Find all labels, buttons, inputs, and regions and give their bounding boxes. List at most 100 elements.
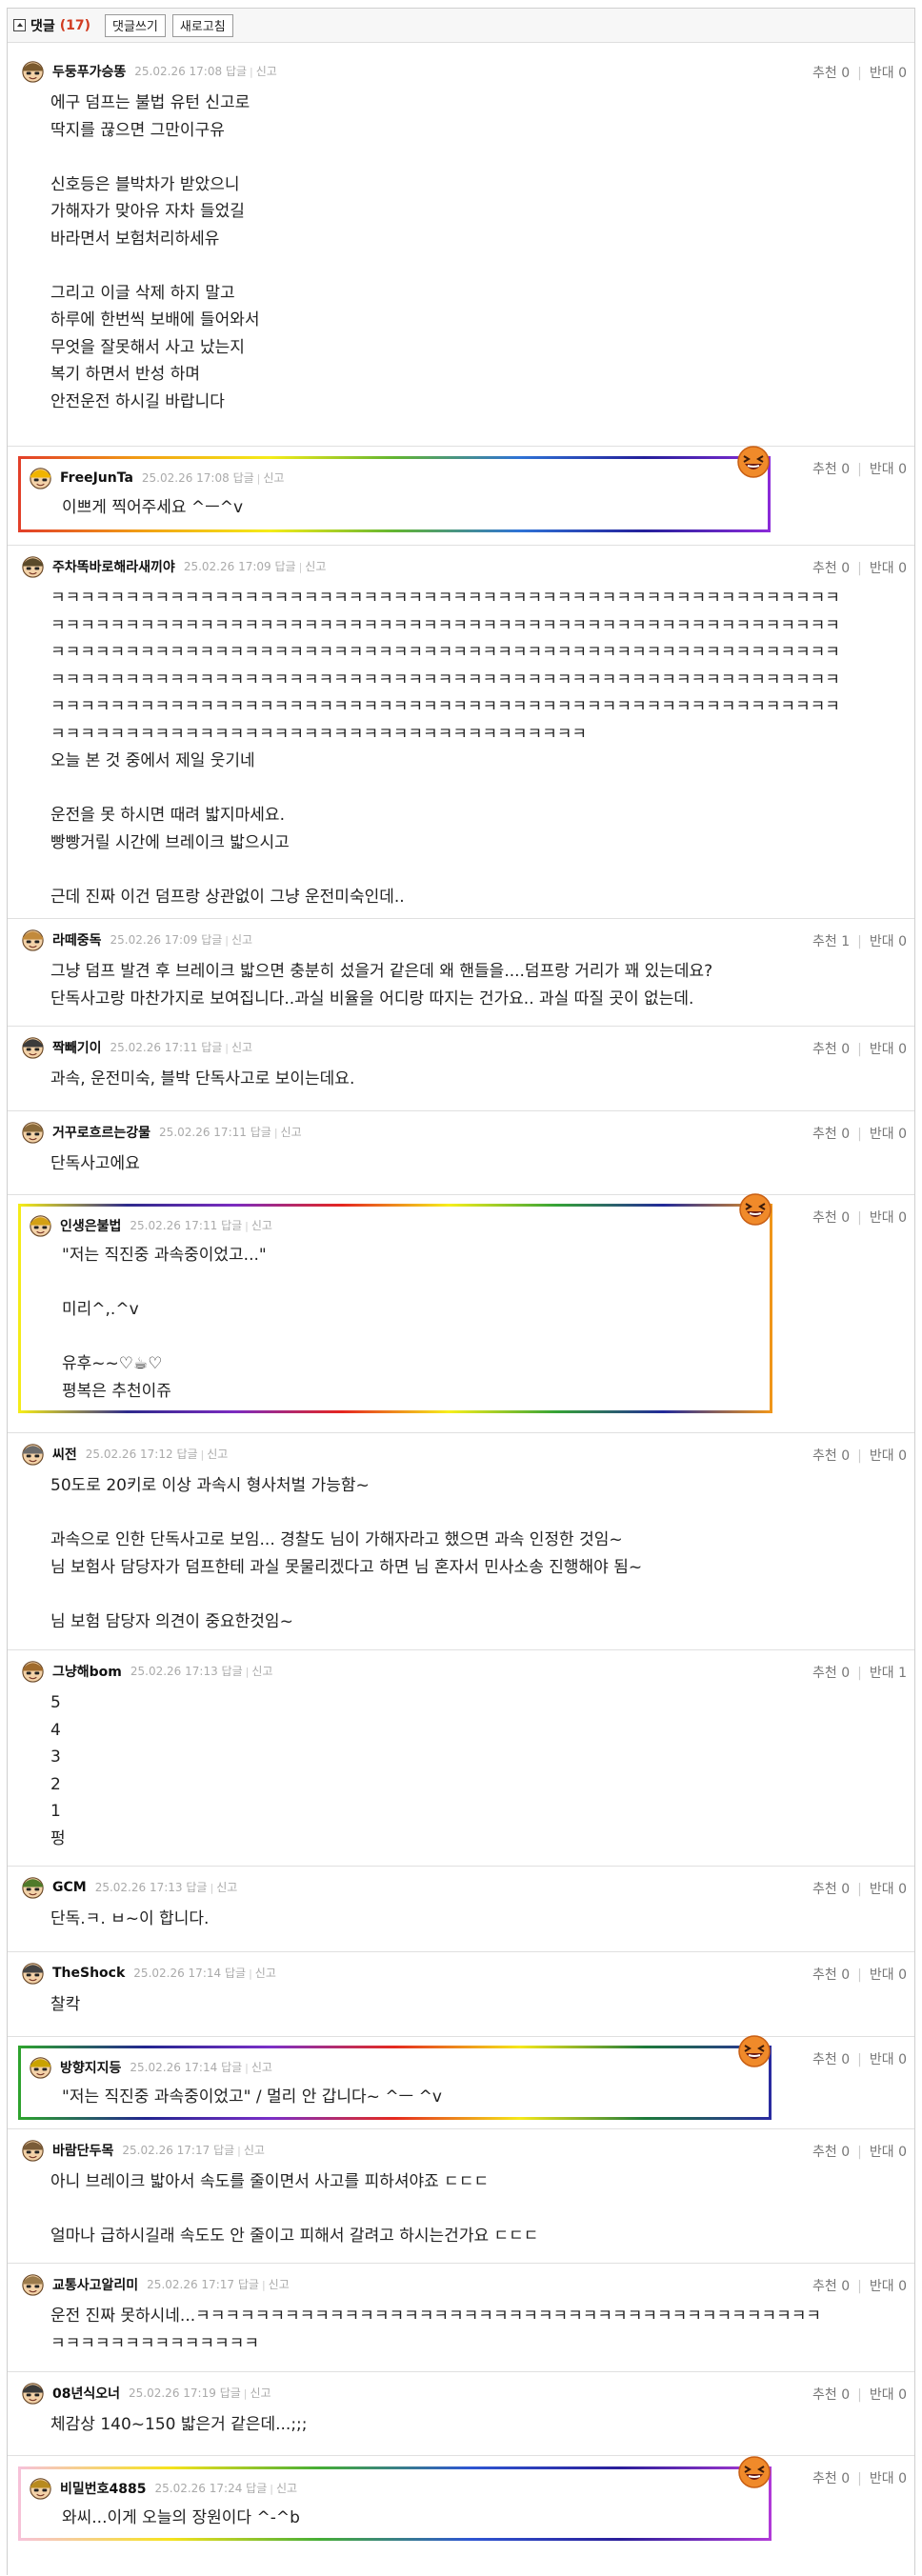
author-name[interactable]: 방향지지등 bbox=[60, 2058, 121, 2077]
upvote-button[interactable]: 추천 0 bbox=[812, 1967, 850, 1983]
downvote-button[interactable]: 반대 0 bbox=[870, 561, 907, 576]
comments-toggle[interactable]: 댓글 (17) bbox=[13, 16, 90, 35]
reply-link[interactable]: 답글 bbox=[222, 1665, 243, 1678]
write-comment-button[interactable]: 댓글쓰기 bbox=[105, 13, 166, 37]
upvote-button[interactable]: 추천 0 bbox=[812, 2279, 850, 2294]
downvote-button[interactable]: 반대 0 bbox=[870, 1448, 907, 1464]
avatar-icon[interactable] bbox=[20, 1034, 46, 1060]
upvote-button[interactable]: 추천 0 bbox=[812, 66, 850, 81]
reply-link[interactable]: 답글 bbox=[176, 1448, 197, 1461]
reply-link[interactable]: 답글 bbox=[201, 933, 222, 947]
upvote-button[interactable]: 추천 0 bbox=[812, 2145, 850, 2160]
upvote-button[interactable]: 추천 0 bbox=[812, 1666, 850, 1681]
reply-link[interactable]: 답글 bbox=[251, 1126, 271, 1139]
author-name[interactable]: 인생은불법 bbox=[60, 1216, 121, 1235]
report-link[interactable]: 신고 bbox=[244, 2144, 265, 2157]
upvote-button[interactable]: 추천 0 bbox=[812, 1042, 850, 1057]
upvote-button[interactable]: 추천 0 bbox=[812, 561, 850, 576]
upvote-button[interactable]: 추천 0 bbox=[812, 2052, 850, 2067]
downvote-button[interactable]: 반대 0 bbox=[870, 1967, 907, 1983]
downvote-button[interactable]: 반대 0 bbox=[870, 66, 907, 81]
upvote-button[interactable]: 추천 0 bbox=[812, 1448, 850, 1464]
reply-link[interactable]: 답글 bbox=[225, 1967, 246, 1980]
report-link[interactable]: 신고 bbox=[269, 2278, 290, 2291]
report-link[interactable]: 신고 bbox=[251, 2061, 272, 2074]
downvote-button[interactable]: 반대 0 bbox=[870, 462, 907, 477]
author-name[interactable]: 그냥해bom bbox=[52, 1662, 122, 1681]
reply-link[interactable]: 답글 bbox=[226, 65, 247, 78]
downvote-button[interactable]: 반대 0 bbox=[870, 1042, 907, 1057]
downvote-button[interactable]: 반대 0 bbox=[870, 2052, 907, 2067]
author-name[interactable]: FreeJunTa bbox=[60, 470, 133, 486]
report-link[interactable]: 신고 bbox=[216, 1881, 237, 1894]
downvote-button[interactable]: 반대 0 bbox=[870, 1210, 907, 1226]
avatar-icon[interactable] bbox=[28, 1212, 53, 1238]
reply-link[interactable]: 답글 bbox=[220, 2386, 241, 2400]
upvote-button[interactable]: 추천 1 bbox=[812, 934, 850, 949]
reply-link[interactable]: 답글 bbox=[246, 2482, 267, 2495]
report-link[interactable]: 신고 bbox=[276, 2482, 297, 2495]
avatar-icon[interactable] bbox=[20, 58, 46, 84]
report-link[interactable]: 신고 bbox=[256, 65, 277, 78]
report-link[interactable]: 신고 bbox=[251, 1219, 272, 1232]
downvote-button[interactable]: 반대 0 bbox=[870, 2145, 907, 2160]
reply-link[interactable]: 답글 bbox=[221, 1219, 242, 1232]
avatar-icon[interactable] bbox=[28, 2054, 53, 2080]
author-name[interactable]: 거꾸로흐르는강물 bbox=[52, 1123, 150, 1142]
author-name[interactable]: 교통사고알리미 bbox=[52, 2275, 138, 2294]
avatar-icon[interactable] bbox=[20, 1119, 46, 1145]
author-name[interactable]: GCM bbox=[52, 1880, 87, 1895]
report-link[interactable]: 신고 bbox=[263, 471, 284, 485]
report-link[interactable]: 신고 bbox=[251, 2386, 271, 2400]
report-link[interactable]: 신고 bbox=[231, 933, 252, 947]
avatar-icon[interactable] bbox=[20, 1441, 46, 1467]
author-name[interactable]: 08년식오너 bbox=[52, 2384, 120, 2403]
downvote-button[interactable]: 반대 1 bbox=[870, 1666, 907, 1681]
downvote-button[interactable]: 반대 0 bbox=[870, 2279, 907, 2294]
author-name[interactable]: 라떼중독 bbox=[52, 930, 102, 949]
reply-link[interactable]: 답글 bbox=[274, 560, 295, 573]
author-name[interactable]: 주차똑바로해라새끼야 bbox=[52, 557, 175, 576]
reply-link[interactable]: 답글 bbox=[186, 1881, 207, 1894]
reply-link[interactable]: 답글 bbox=[233, 471, 254, 485]
upvote-button[interactable]: 추천 0 bbox=[812, 1127, 850, 1142]
report-link[interactable]: 신고 bbox=[207, 1448, 228, 1461]
avatar-icon[interactable] bbox=[20, 2380, 46, 2406]
downvote-button[interactable]: 반대 0 bbox=[870, 2387, 907, 2403]
report-link[interactable]: 신고 bbox=[305, 560, 326, 573]
report-link[interactable]: 신고 bbox=[255, 1967, 276, 1980]
reply-link[interactable]: 답글 bbox=[213, 2144, 234, 2157]
reply-link[interactable]: 답글 bbox=[221, 2061, 242, 2074]
upvote-button[interactable]: 추천 0 bbox=[812, 462, 850, 477]
report-link[interactable]: 신고 bbox=[281, 1126, 302, 1139]
upvote-button[interactable]: 추천 0 bbox=[812, 2471, 850, 2486]
avatar-icon[interactable] bbox=[20, 553, 46, 579]
author-name[interactable]: 짝빼기이 bbox=[52, 1038, 102, 1057]
avatar-icon[interactable] bbox=[20, 1960, 46, 1986]
avatar-icon[interactable] bbox=[20, 2271, 46, 2297]
upvote-button[interactable]: 추천 0 bbox=[812, 1210, 850, 1226]
upvote-button[interactable]: 추천 0 bbox=[812, 1882, 850, 1897]
author-name[interactable]: 씨전 bbox=[52, 1445, 77, 1464]
downvote-button[interactable]: 반대 0 bbox=[870, 934, 907, 949]
collapse-icon[interactable] bbox=[13, 19, 26, 31]
downvote-button[interactable]: 반대 0 bbox=[870, 1882, 907, 1897]
refresh-button[interactable]: 새로고침 bbox=[171, 13, 233, 37]
reply-link[interactable]: 답글 bbox=[201, 1041, 222, 1054]
author-name[interactable]: TheShock bbox=[52, 1966, 125, 1981]
report-link[interactable]: 신고 bbox=[231, 1041, 252, 1054]
author-name[interactable]: 바람단두목 bbox=[52, 2141, 113, 2160]
avatar-icon[interactable] bbox=[28, 2475, 53, 2501]
report-link[interactable]: 신고 bbox=[251, 1665, 272, 1678]
upvote-button[interactable]: 추천 0 bbox=[812, 2387, 850, 2403]
downvote-button[interactable]: 반대 0 bbox=[870, 2471, 907, 2486]
avatar-icon[interactable] bbox=[20, 927, 46, 952]
downvote-button[interactable]: 반대 0 bbox=[870, 1127, 907, 1142]
avatar-icon[interactable] bbox=[28, 465, 53, 490]
author-name[interactable]: 두둥푸가승똥 bbox=[52, 62, 126, 81]
avatar-icon[interactable] bbox=[20, 1658, 46, 1684]
avatar-icon[interactable] bbox=[20, 2137, 46, 2163]
reply-link[interactable]: 답글 bbox=[238, 2278, 259, 2291]
author-name[interactable]: 비밀번호4885 bbox=[60, 2479, 147, 2498]
avatar-icon[interactable] bbox=[20, 1874, 46, 1900]
